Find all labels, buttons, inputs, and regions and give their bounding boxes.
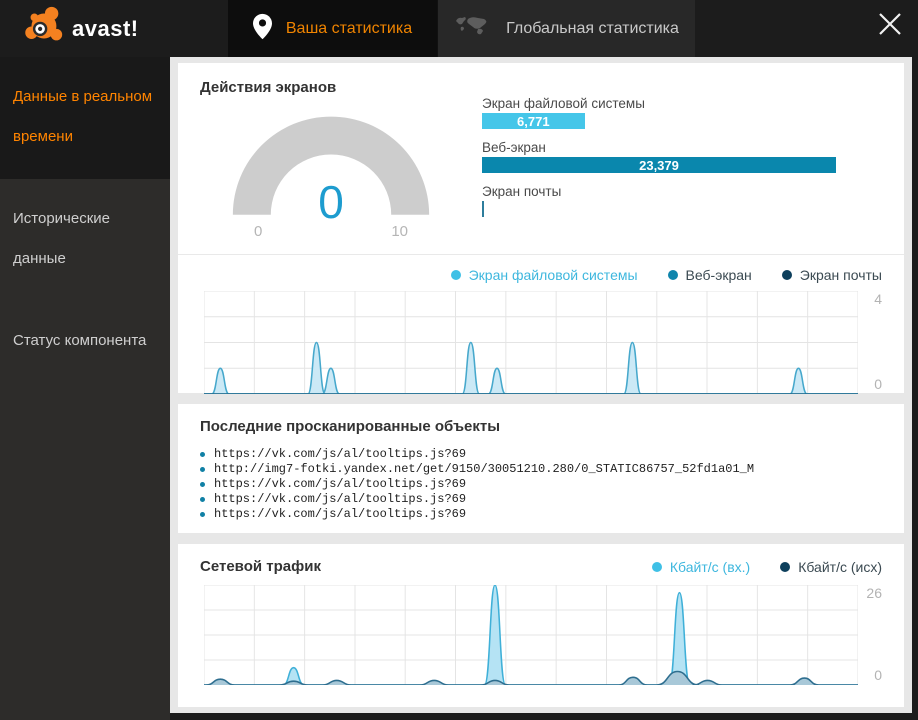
screen-counter-bar-fill: 6,771	[482, 113, 585, 129]
scanned-object-url: https://vk.com/js/al/tooltips.js?69	[214, 492, 467, 506]
close-icon[interactable]	[874, 8, 906, 40]
scanned-objects-title: Последние просканированные объекты	[200, 418, 501, 435]
sidebar-item-1[interactable]: Исторические данные	[0, 179, 170, 301]
bullet-icon	[200, 452, 205, 457]
legend-item[interactable]: Веб-экран	[667, 267, 752, 283]
legend-dot-icon	[651, 561, 662, 572]
scanned-object-url: https://vk.com/js/al/tooltips.js?69	[214, 447, 467, 461]
scanned-object-item: https://vk.com/js/al/tooltips.js?69	[200, 477, 882, 492]
screen-counter-label: Экран почты	[482, 184, 562, 199]
network-traffic-title: Сетевой трафик	[200, 558, 321, 575]
legend-item[interactable]: Экран файловой системы	[450, 267, 638, 283]
legend-dot-icon	[781, 270, 792, 280]
top-bar: avast! Ваша статистика Глобальная статис…	[0, 0, 918, 57]
location-pin-icon	[252, 13, 272, 45]
gauge-value: 0	[318, 176, 344, 228]
legend-label: Экран файловой системы	[468, 267, 638, 283]
tab-global-statistics-label: Глобальная статистика	[506, 19, 679, 37]
avast-logo-icon	[20, 3, 66, 54]
screens-activity-chart: 4 0	[204, 291, 882, 394]
scanned-objects-panel: Последние просканированные объекты https…	[178, 404, 904, 533]
bullet-icon	[200, 497, 205, 502]
screen-counter-label: Веб-экран	[482, 140, 546, 155]
screen-counter-bar	[482, 201, 836, 217]
legend-label: Кбайт/с (вх.)	[669, 558, 751, 575]
screen-counter-bar: 6,771	[482, 113, 836, 129]
tab-global-statistics[interactable]: Глобальная статистика	[437, 0, 695, 57]
panel-divider	[178, 254, 904, 255]
avast-logo-text: avast!	[72, 15, 139, 41]
screen-counter-row: Экран почты	[482, 184, 836, 217]
sidebar-item-2[interactable]: Статус компонента	[0, 301, 170, 383]
y-axis-min-label: 0	[874, 376, 882, 392]
screen-counter-row: Веб-экран 23,379	[482, 140, 836, 173]
tab-your-statistics-label: Ваша статистика	[285, 19, 413, 37]
y-axis-max-label: 4	[874, 291, 882, 307]
bullet-icon	[200, 512, 205, 517]
tab-your-statistics[interactable]: Ваша статистика	[228, 0, 437, 57]
bullet-icon	[200, 482, 205, 487]
screen-counter-value: 6,771	[517, 113, 550, 129]
legend-dot-icon	[450, 270, 461, 280]
y-axis-max-label: 26	[866, 585, 882, 601]
screen-counter-bar-fill: 23,379	[482, 157, 836, 173]
scanned-objects-list: https://vk.com/js/al/tooltips.js?69 http:…	[200, 447, 882, 522]
screen-counter-label: Экран файловой системы	[482, 96, 645, 111]
screen-counter-bar: 23,379	[482, 157, 836, 173]
scanned-object-url: http://img7-fotki.yandex.net/get/9150/30…	[214, 462, 755, 476]
screen-actions-panel: Действия экранов 0 0 10 Экран файловой с…	[178, 63, 904, 394]
scanned-object-item: https://vk.com/js/al/tooltips.js?69	[200, 507, 882, 522]
main-content: Действия экранов 0 0 10 Экран файловой с…	[170, 57, 912, 713]
screen-counters: Экран файловой системы 6,771 Веб-экран 23,3…	[462, 96, 882, 240]
sidebar: Данные в реальном времени Исторические да…	[0, 57, 170, 720]
screen-counter-value: 23,379	[639, 157, 679, 173]
legend-label: Кбайт/с (исх)	[798, 558, 882, 575]
scanned-object-item: http://img7-fotki.yandex.net/get/9150/30…	[200, 462, 882, 477]
legend-label: Веб-экран	[685, 267, 752, 283]
legend-item[interactable]: Экран почты	[781, 267, 882, 283]
avast-logo: avast!	[0, 0, 228, 57]
legend-label: Экран почты	[799, 267, 882, 283]
scanned-object-item: https://vk.com/js/al/tooltips.js?69	[200, 492, 882, 507]
scanned-object-item: https://vk.com/js/al/tooltips.js?69	[200, 447, 882, 462]
scanned-object-url: https://vk.com/js/al/tooltips.js?69	[214, 507, 467, 521]
legend-item[interactable]: Кбайт/с (вх.)	[651, 558, 751, 575]
screen-counter-row: Экран файловой системы 6,771	[482, 96, 836, 129]
network-chart-legend: Кбайт/с (вх.) Кбайт/с (исх)	[651, 558, 882, 575]
network-traffic-panel: Сетевой трафик Кбайт/с (вх.) Кбайт/с (исх…	[178, 544, 904, 707]
legend-dot-icon	[780, 561, 791, 572]
sidebar-item-0[interactable]: Данные в реальном времени	[0, 57, 170, 179]
legend-item[interactable]: Кбайт/с (исх)	[780, 559, 882, 575]
y-axis-min-label: 0	[874, 667, 882, 683]
avast-statistics-window: avast! Ваша статистика Глобальная статис…	[0, 0, 918, 720]
legend-dot-icon	[667, 270, 678, 280]
screen-actions-title: Действия экранов	[200, 79, 337, 96]
screens-chart-legend: Экран файловой системы Веб-экран Экран поч…	[200, 267, 882, 283]
scanned-object-url: https://vk.com/js/al/tooltips.js?69	[214, 477, 467, 491]
world-map-icon	[454, 15, 492, 42]
network-traffic-chart: 26 0	[204, 585, 882, 685]
screen-counter-bar-fill	[482, 201, 484, 217]
bullet-icon	[200, 467, 205, 472]
screen-actions-gauge: 0 0 10	[200, 100, 462, 240]
